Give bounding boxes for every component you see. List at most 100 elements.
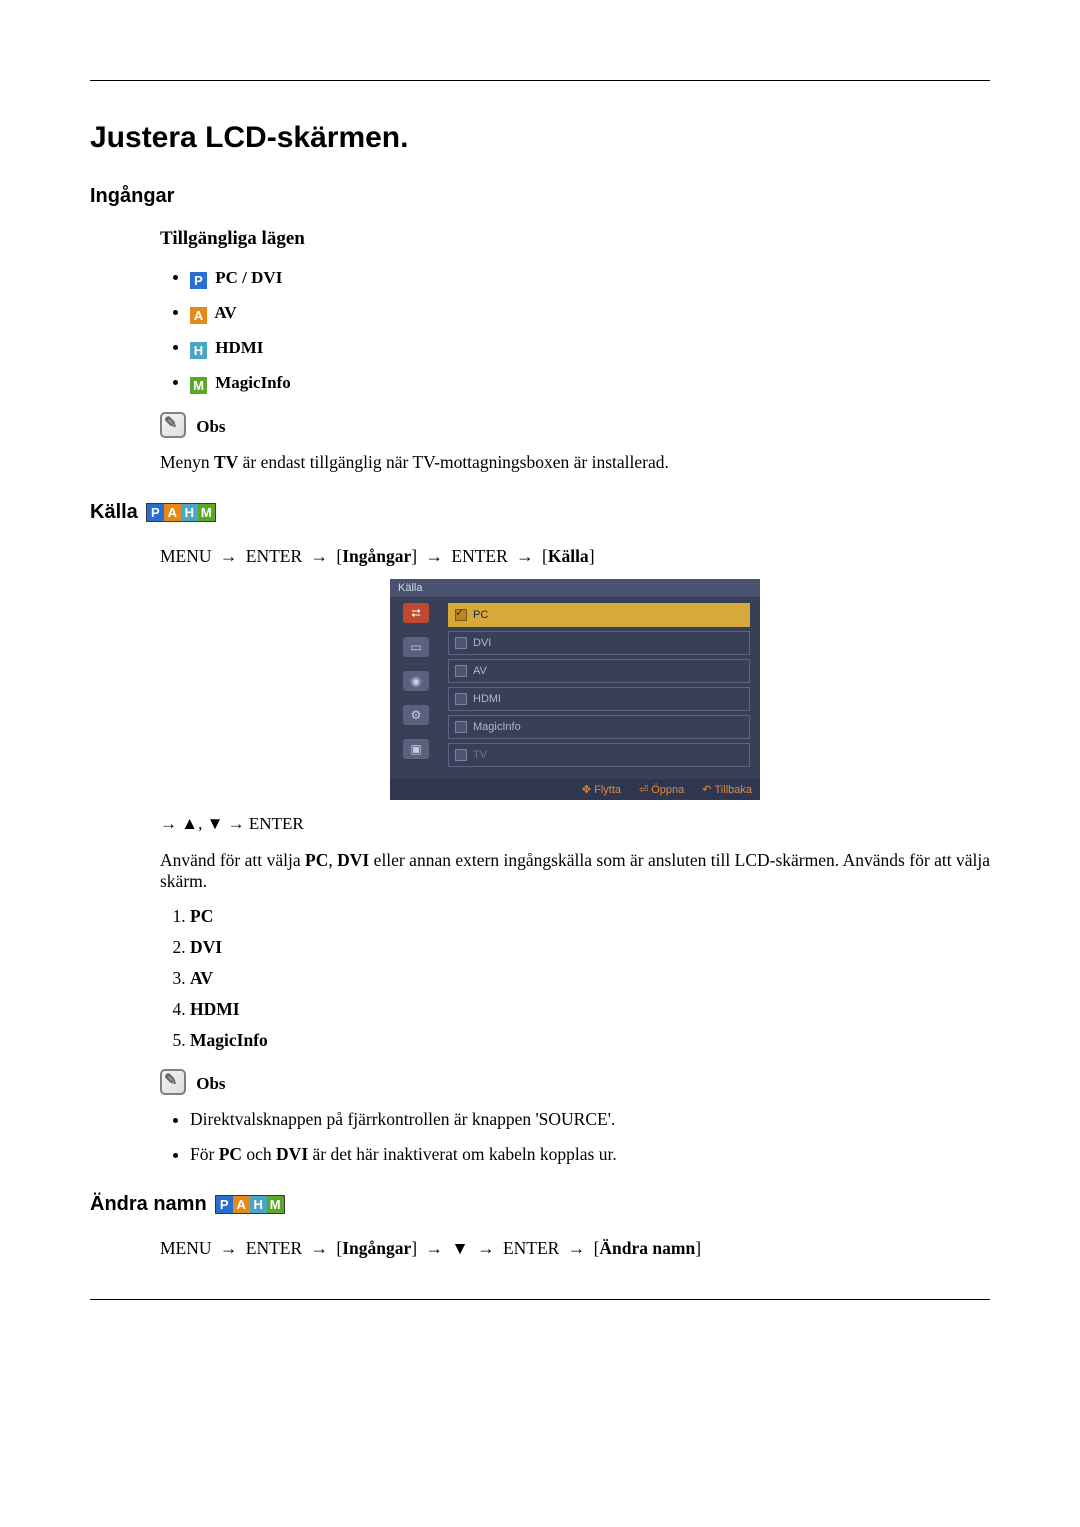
src-1: PC bbox=[190, 906, 990, 927]
source-ordered-list: PC DVI AV HDMI MagicInfo bbox=[160, 906, 990, 1051]
osd-hdmi-label: HDMI bbox=[473, 693, 501, 705]
n2b-pc: PC bbox=[219, 1144, 242, 1164]
nav2-enter2: ENTER bbox=[503, 1238, 559, 1258]
nav2-enter: ENTER bbox=[246, 1238, 302, 1258]
osd-list: PC DVI AV HDMI MagicInfo TV bbox=[442, 597, 760, 779]
section-andra-row: Ändra namn P A H M bbox=[90, 1193, 990, 1216]
p-icon: P bbox=[147, 504, 164, 521]
andra-content: MENU → ENTER → [Ingångar] → ▼ → ENTER → … bbox=[160, 1238, 990, 1259]
nav2-menu: MENU bbox=[160, 1238, 212, 1258]
nav1-enter: ENTER bbox=[246, 546, 302, 566]
osd-footer: ✥Flytta ⏎Öppna ↶ Tillbaka bbox=[390, 779, 760, 800]
ingangar-content: Tillgängliga lägen P PC / DVI A AV H HDM… bbox=[160, 228, 990, 473]
check-icon bbox=[455, 609, 467, 621]
section-andra-namn: Ändra namn bbox=[90, 1193, 207, 1216]
nav1-enter2: ENTER bbox=[451, 546, 507, 566]
n2b-pre: För bbox=[190, 1144, 219, 1164]
arrow-icon: → bbox=[311, 546, 329, 566]
osd-side-input-icon: ⮂ bbox=[403, 603, 429, 623]
rb: ] bbox=[589, 546, 595, 566]
section-kalla-row: Källa P A H M bbox=[90, 501, 990, 524]
m-icon: M bbox=[190, 377, 207, 394]
src-5-label: MagicInfo bbox=[190, 1030, 268, 1050]
osd-body: ⮂ ▭ ◉ ⚙ ▣ PC DVI AV HDMI MagicInfo TV bbox=[390, 597, 760, 779]
osd-flytta-label: Flytta bbox=[594, 784, 621, 796]
nav1-kalla: Källa bbox=[548, 546, 589, 566]
h-icon: H bbox=[181, 504, 198, 521]
mode-pc-dvi-label: PC / DVI bbox=[215, 268, 282, 287]
kd-dvi: DVI bbox=[337, 850, 369, 870]
h-icon: H bbox=[190, 342, 207, 359]
note2-a: Direktvalsknappen på fjärrkontrollen är … bbox=[190, 1109, 990, 1130]
rb: ] bbox=[411, 1238, 417, 1258]
arrow-icon: → bbox=[516, 546, 534, 566]
down-icon: ▼ bbox=[451, 1238, 468, 1258]
arrow-icon: → bbox=[311, 1238, 329, 1258]
obs-text-1: Menyn TV är endast tillgänglig när TV-mo… bbox=[160, 452, 990, 473]
obs1-pre: Menyn bbox=[160, 452, 214, 472]
osd-side-multi-icon: ▣ bbox=[403, 739, 429, 759]
p-icon: P bbox=[190, 272, 207, 289]
osd-footer-flytta: ✥Flytta bbox=[582, 783, 621, 796]
a-icon: A bbox=[190, 307, 207, 324]
src-3: AV bbox=[190, 968, 990, 989]
rb: ] bbox=[411, 546, 417, 566]
arrow-icon: → bbox=[220, 546, 238, 566]
mode-magicinfo-label: MagicInfo bbox=[215, 373, 291, 392]
osd-side-picture-icon: ▭ bbox=[403, 637, 429, 657]
n2b-dvi: DVI bbox=[276, 1144, 308, 1164]
src-2: DVI bbox=[190, 937, 990, 958]
check-icon bbox=[455, 637, 467, 649]
check-icon bbox=[455, 665, 467, 677]
page: Justera LCD-skärmen. Ingångar Tillgängli… bbox=[0, 0, 1080, 1360]
top-rule bbox=[90, 80, 990, 81]
move-icon: ✥ bbox=[582, 784, 591, 796]
kd-pre: Använd för att välja bbox=[160, 850, 305, 870]
osd-tv-label: TV bbox=[473, 749, 487, 761]
modes-heading: Tillgängliga lägen bbox=[160, 228, 990, 250]
arrow-icon: → bbox=[220, 1238, 238, 1258]
rb: ] bbox=[695, 1238, 701, 1258]
osd-tillbaka-label: Tillbaka bbox=[715, 784, 753, 796]
nav-path-1: MENU → ENTER → [Ingångar] → ENTER → [Käl… bbox=[160, 546, 990, 567]
check-icon bbox=[455, 693, 467, 705]
note-icon bbox=[160, 412, 186, 438]
section-kalla: Källa bbox=[90, 501, 138, 524]
kalla-badges: P A H M bbox=[146, 503, 216, 522]
arrows-line: → ▲, ▼ → ENTER bbox=[160, 814, 990, 834]
osd-footer-tillbaka: ↶ Tillbaka bbox=[702, 783, 752, 796]
return-icon: ↶ bbox=[702, 784, 711, 796]
notes-list-2: Direktvalsknappen på fjärrkontrollen är … bbox=[160, 1109, 990, 1165]
up-icon: ▲ bbox=[181, 814, 198, 833]
src-4-label: HDMI bbox=[190, 999, 240, 1019]
kd-pc: PC bbox=[305, 850, 328, 870]
osd-row-av: AV bbox=[448, 659, 750, 683]
enter-icon: ⏎ bbox=[639, 784, 648, 796]
kalla-description: Använd för att välja PC, DVI eller annan… bbox=[160, 850, 990, 892]
m-icon: M bbox=[198, 504, 215, 521]
arrow-icon: → bbox=[568, 1238, 586, 1258]
mode-av: A AV bbox=[190, 303, 990, 324]
osd-screenshot: Källa ⮂ ▭ ◉ ⚙ ▣ PC DVI AV HDMI MagicInfo… bbox=[390, 579, 760, 800]
nav1-ing: Ingångar bbox=[342, 546, 411, 566]
andra-badges: P A H M bbox=[215, 1195, 285, 1214]
section-ingangar: Ingångar bbox=[90, 185, 990, 208]
arrow-icon: → bbox=[477, 1238, 495, 1258]
n2b-mid: och bbox=[242, 1144, 276, 1164]
osd-row-dvi: DVI bbox=[448, 631, 750, 655]
kalla-content: MENU → ENTER → [Ingångar] → ENTER → [Käl… bbox=[160, 546, 990, 1165]
osd-oppna-label: Öppna bbox=[651, 784, 684, 796]
arrows-enter: ENTER bbox=[249, 814, 304, 833]
obs1-post: är endast tillgänglig när TV-mottagnings… bbox=[238, 452, 669, 472]
osd-row-hdmi: HDMI bbox=[448, 687, 750, 711]
comma: , bbox=[198, 814, 207, 833]
obs1-tv: TV bbox=[214, 452, 238, 472]
obs-label-1: Obs bbox=[196, 417, 225, 436]
mode-magicinfo: M MagicInfo bbox=[190, 373, 990, 394]
obs-label-2: Obs bbox=[196, 1074, 225, 1093]
osd-pc-label: PC bbox=[473, 609, 488, 621]
h-icon: H bbox=[250, 1196, 267, 1213]
osd-title: Källa bbox=[390, 579, 760, 597]
src-5: MagicInfo bbox=[190, 1030, 990, 1051]
mode-hdmi: H HDMI bbox=[190, 338, 990, 359]
